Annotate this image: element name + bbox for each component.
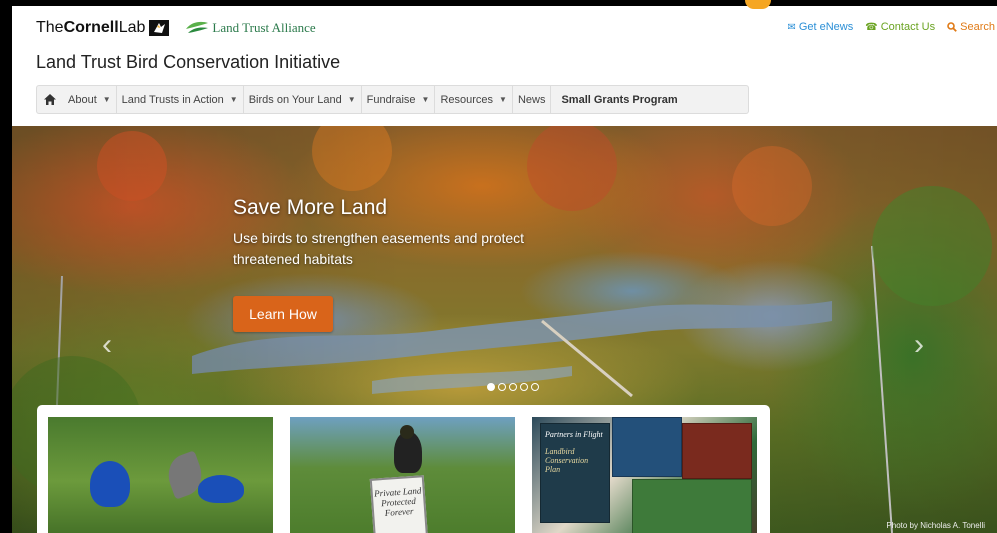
book-cover-image (612, 417, 682, 477)
book-cover-text: Partners in Flight (545, 430, 603, 439)
nav-small-grants-label: Small Grants Program (561, 93, 678, 106)
nav-small-grants-program[interactable]: Small Grants Program (551, 86, 687, 113)
carousel-dot-3[interactable] (509, 383, 517, 391)
photo-credit: Photo by Nicholas A. Tonelli (886, 521, 985, 530)
chevron-down-icon: ▼ (421, 95, 430, 104)
site-header: The Cornell Lab Land Trust Alliance ✉ Get … (0, 0, 997, 126)
contact-us-link[interactable]: ☎ Contact Us (865, 21, 935, 33)
carousel-dot-1[interactable] (487, 383, 495, 391)
nav-home[interactable] (37, 86, 63, 113)
logo-cornell: Cornell (63, 19, 119, 36)
carousel-dot-4[interactable] (520, 383, 528, 391)
book-cover-subtitle: Landbird Conservation Plan (545, 447, 589, 474)
envelope-icon: ✉ (787, 21, 796, 33)
site-title: Land Trust Bird Conservation Initiative (36, 52, 341, 72)
feature-cards: Private Land Protected Forever Partners … (37, 405, 770, 533)
left-black-bar (0, 0, 12, 533)
search-label: Search (960, 21, 995, 33)
nav-about-label: About (68, 93, 97, 106)
nav-birds-on-your-land[interactable]: Birds on Your Land ▼ (244, 86, 361, 113)
main-nav: About ▼ Land Trusts in Action ▼ Birds on… (36, 85, 749, 114)
chevron-down-icon: ▼ (499, 95, 507, 104)
nav-land-trusts-label: Land Trusts in Action (121, 93, 224, 106)
search-link[interactable]: Search (947, 21, 995, 33)
hero-copy: Save More Land Use birds to strengthen e… (233, 196, 533, 270)
cornell-lab-logo[interactable]: The Cornell Lab (36, 18, 170, 38)
chevron-down-icon: ▼ (102, 95, 111, 104)
nav-about[interactable]: About ▼ (63, 86, 116, 113)
get-enews-label: Get eNews (798, 21, 854, 33)
carousel-dot-5[interactable] (531, 383, 539, 391)
logo-row: The Cornell Lab Land Trust Alliance (36, 17, 316, 39)
nav-resources[interactable]: Resources ▼ (435, 86, 512, 113)
learn-how-button[interactable]: Learn How (233, 296, 333, 332)
nav-land-trusts-in-action[interactable]: Land Trusts in Action ▼ (117, 86, 243, 113)
chevron-down-icon: ▼ (347, 95, 356, 104)
logo-lab: Lab (118, 19, 146, 36)
carousel-dot-2[interactable] (498, 383, 506, 391)
search-icon (947, 22, 957, 32)
land-trust-alliance-logo[interactable]: Land Trust Alliance (184, 19, 316, 37)
bunting-bird-image (90, 461, 130, 507)
nav-news[interactable]: News (513, 86, 551, 113)
book-cover-image (632, 479, 752, 533)
contact-us-label: Contact Us (880, 21, 936, 33)
chevron-down-icon: ▼ (229, 95, 238, 104)
get-enews-link[interactable]: ✉ Get eNews (787, 21, 853, 33)
carousel-next-arrow-icon[interactable]: › (914, 328, 924, 362)
hero-title: Save More Land (233, 196, 388, 219)
home-icon (44, 94, 56, 105)
feature-card-conservation-plans[interactable]: Partners in Flight Landbird Conservation… (532, 417, 757, 533)
hero-subtitle: Use birds to strengthen easements and pr… (233, 230, 525, 267)
nav-resources-label: Resources (440, 93, 494, 106)
logo-the: The (36, 19, 64, 36)
bird-logo-icon (149, 20, 170, 36)
book-cover-image (682, 423, 752, 479)
feature-card-protected-land[interactable]: Private Land Protected Forever (290, 417, 515, 533)
lta-logo-text: Land Trust Alliance (212, 20, 316, 35)
nav-news-label: News (517, 93, 546, 106)
utility-links: ✉ Get eNews ☎ Contact Us Search (787, 21, 995, 33)
carousel-prev-arrow-icon[interactable]: ‹ (102, 328, 112, 362)
phone-icon: ☎ (865, 21, 878, 33)
carousel-indicators (487, 383, 539, 391)
nav-fundraise-label: Fundraise (366, 93, 416, 106)
leaf-icon (186, 21, 209, 33)
bunting-bird-image (198, 475, 244, 503)
nav-fundraise[interactable]: Fundraise ▼ (362, 86, 435, 113)
book-cover-image: Partners in Flight Landbird Conservation… (540, 423, 610, 523)
private-land-sign: Private Land Protected Forever (369, 475, 429, 533)
nav-birds-label: Birds on Your Land (248, 93, 342, 106)
feature-card-indigo-buntings[interactable] (48, 417, 273, 533)
blackbird-head-image (400, 425, 414, 439)
top-black-bar (0, 0, 997, 6)
